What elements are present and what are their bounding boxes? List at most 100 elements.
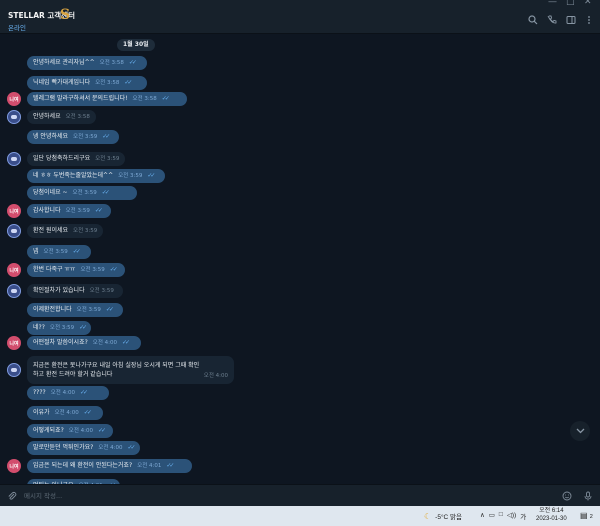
read-check-icon: ✓✓ bbox=[105, 306, 114, 313]
system-tray[interactable]: ∧ ▭ □ ◁)) 가 bbox=[480, 511, 526, 521]
read-check-icon: ✓✓ bbox=[127, 444, 136, 451]
clock[interactable]: 오전 6:14 2023-01-30 bbox=[536, 507, 567, 523]
notification-count: 2 bbox=[589, 514, 593, 520]
outgoing-message[interactable]: 한번 다죽구 ㅠㅠ 오전 3:59 ✓✓ bbox=[27, 263, 125, 277]
message-time: 오전 3:59 bbox=[95, 156, 120, 162]
support-avatar[interactable] bbox=[7, 224, 21, 238]
support-avatar[interactable] bbox=[7, 110, 21, 124]
outgoing-message[interactable]: 텔레그램 말라구하셔서 문의드립니다! 오전 3:58 ✓✓ bbox=[27, 92, 187, 106]
chevron-down-icon bbox=[576, 428, 584, 434]
message-text: 어떤절차 말씀이시죠? bbox=[33, 339, 88, 346]
message-time: 오전 3:59 bbox=[72, 190, 97, 196]
more-vertical-icon[interactable] bbox=[583, 14, 595, 26]
windows-taskbar: ☾ -5°C 맑음 ∧ ▭ □ ◁)) 가 오전 6:14 2023-01-30 ▤ 2 bbox=[0, 506, 600, 526]
clock-time: 오전 6:14 bbox=[539, 508, 564, 514]
message-time: 오전 4:00 bbox=[54, 410, 79, 416]
outgoing-message[interactable]: 넵 오전 3:59 ✓✓ bbox=[27, 245, 91, 259]
message-list[interactable]: 1월 30일 안녕하세요 관리자님^^ 오전 3:58 ✓✓ 닉네임 빡가대게입니다 오… bbox=[0, 35, 600, 484]
outgoing-message[interactable]: 안녕하세요 관리자님^^ 오전 3:58 ✓✓ bbox=[27, 56, 147, 70]
message-text: 일단 당첨축하드리구요 bbox=[33, 155, 91, 162]
weather-widget[interactable]: ☾ -5°C 맑음 bbox=[424, 511, 463, 522]
message-text: 어떻게되죠? bbox=[33, 427, 64, 434]
notification-center-button[interactable]: ▤ 2 bbox=[580, 511, 593, 520]
message-time: 오전 3:58 bbox=[95, 80, 120, 86]
message-text: 넹 안녕하세요 bbox=[33, 133, 69, 140]
outgoing-message[interactable]: 입금은 되는데 왜 환전이 안된다는거죠? 오전 4:01 ✓✓ bbox=[27, 459, 192, 473]
message-text: 안녕하세요 관리자님^^ bbox=[33, 59, 95, 66]
message-time: 오전 3:58 bbox=[99, 60, 124, 66]
outgoing-message[interactable]: 감사합니다 오전 3:59 ✓✓ bbox=[27, 204, 111, 218]
incoming-message[interactable]: 환전 원이세요 오전 3:59 bbox=[27, 224, 104, 238]
weather-text: -5°C 맑음 bbox=[435, 514, 463, 521]
chat-header[interactable]: STELLAR 고객센터 S 온라인 bbox=[0, 7, 600, 34]
read-check-icon: ✓✓ bbox=[72, 248, 81, 255]
message-time: 오전 3:59 bbox=[76, 307, 101, 313]
message-time: 오전 4:00 bbox=[203, 373, 228, 379]
outgoing-message[interactable]: 네?? 오전 3:59 ✓✓ bbox=[27, 321, 92, 335]
message-time: 오전 3:59 bbox=[43, 249, 68, 255]
incoming-message[interactable]: 확인절차가 있습니다 오전 3:59 bbox=[27, 284, 123, 298]
outgoing-message[interactable]: 넹 안녕하세요 오전 3:59 ✓✓ bbox=[27, 130, 119, 144]
message-time: 오전 3:59 bbox=[65, 208, 90, 214]
user-avatar[interactable]: 니여 bbox=[7, 336, 21, 350]
support-avatar[interactable] bbox=[7, 363, 21, 377]
message-time: 오전 4:00 bbox=[92, 340, 118, 346]
support-avatar[interactable] bbox=[7, 284, 21, 298]
outgoing-message[interactable]: 어떻게되죠? 오전 4:00 ✓✓ bbox=[27, 424, 113, 438]
user-avatar[interactable]: 니여 bbox=[7, 263, 21, 277]
maximize-button[interactable]: □ bbox=[566, 0, 575, 7]
incoming-message[interactable]: 안녕하세요 오전 3:58 bbox=[27, 110, 96, 124]
moon-icon: ☾ bbox=[424, 511, 432, 521]
date-separator: 1월 30일 bbox=[117, 39, 155, 51]
network-icon[interactable]: □ bbox=[499, 511, 503, 521]
battery-icon[interactable]: ▭ bbox=[489, 511, 495, 521]
stellar-logo-badge: S bbox=[60, 7, 71, 23]
user-avatar[interactable]: 니여 bbox=[7, 204, 21, 218]
microphone-icon[interactable] bbox=[582, 490, 594, 502]
outgoing-message[interactable]: 말로만듣던 먹튀인가요? 오전 4:00 ✓✓ bbox=[27, 441, 140, 455]
message-text-line2: 하고 환전 드려야 할거 같습니다 bbox=[33, 371, 113, 378]
attach-icon[interactable] bbox=[6, 490, 18, 502]
show-hidden-icons-icon[interactable]: ∧ bbox=[480, 511, 485, 521]
emoji-icon[interactable] bbox=[561, 490, 573, 502]
title-bar: — □ ✕ bbox=[0, 0, 600, 8]
outgoing-message[interactable]: 어떤절차 말씀이시죠? 오전 4:00 ✓✓ bbox=[27, 336, 141, 350]
read-check-icon: ✓✓ bbox=[79, 324, 87, 331]
outgoing-message[interactable]: 이유가 오전 4:00 ✓✓ bbox=[27, 406, 103, 420]
minimize-button[interactable]: — bbox=[548, 0, 557, 7]
search-icon[interactable] bbox=[527, 14, 539, 26]
message-text: ???? bbox=[33, 389, 46, 396]
close-button[interactable]: ✕ bbox=[584, 0, 592, 7]
input-method-icon[interactable]: 가 bbox=[520, 511, 526, 521]
message-text: 이제환전합니다 bbox=[33, 306, 72, 313]
message-time: 오전 3:59 bbox=[73, 134, 98, 140]
incoming-message[interactable]: 일단 당첨축하드리구요 오전 3:59 bbox=[27, 152, 126, 166]
user-avatar[interactable]: 니여 bbox=[7, 92, 21, 106]
user-avatar[interactable]: 니여 bbox=[7, 459, 21, 473]
read-check-icon: ✓✓ bbox=[79, 389, 88, 396]
phone-icon[interactable] bbox=[546, 14, 558, 26]
notification-icon: ▤ bbox=[580, 511, 588, 520]
outgoing-message[interactable]: 당첨이네요 ~ 오전 3:59 ✓✓ bbox=[27, 186, 137, 200]
outgoing-message[interactable]: 네 ㅎㅎ 두번죽는줄알았는데^^ 오전 3:59 ✓✓ bbox=[27, 169, 165, 183]
message-text: 입금은 되는데 왜 환전이 안된다는거죠? bbox=[33, 462, 133, 469]
outgoing-message[interactable]: 이제환전합니다 오전 3:59 ✓✓ bbox=[27, 303, 123, 317]
message-time: 오전 3:59 bbox=[118, 173, 143, 179]
message-time: 오전 4:00 bbox=[68, 428, 94, 434]
scroll-to-bottom-button[interactable] bbox=[570, 421, 590, 441]
outgoing-message[interactable]: ???? 오전 4:00 ✓✓ bbox=[27, 386, 109, 400]
message-time: 오전 4:01 bbox=[137, 463, 162, 469]
online-status: 온라인 bbox=[8, 24, 26, 32]
volume-icon[interactable]: ◁)) bbox=[507, 511, 516, 521]
message-text: 환전 원이세요 bbox=[33, 227, 69, 234]
message-time: 오전 4:00 bbox=[98, 445, 123, 451]
message-input[interactable] bbox=[24, 489, 544, 503]
read-check-icon: ✓✓ bbox=[122, 339, 130, 346]
sidebar-icon[interactable] bbox=[565, 14, 577, 26]
outgoing-message[interactable]: 닉네임 빡가대게입니다 오전 3:58 ✓✓ bbox=[27, 76, 147, 90]
read-check-icon: ✓✓ bbox=[166, 462, 174, 469]
incoming-message[interactable]: 지금은 환전은 못나가구요 내일 아침 실장님 오시게 되면 그때 확인 하고 환… bbox=[27, 356, 234, 384]
support-avatar[interactable] bbox=[7, 152, 21, 166]
read-check-icon: ✓✓ bbox=[101, 189, 110, 196]
read-check-icon: ✓✓ bbox=[161, 95, 170, 102]
